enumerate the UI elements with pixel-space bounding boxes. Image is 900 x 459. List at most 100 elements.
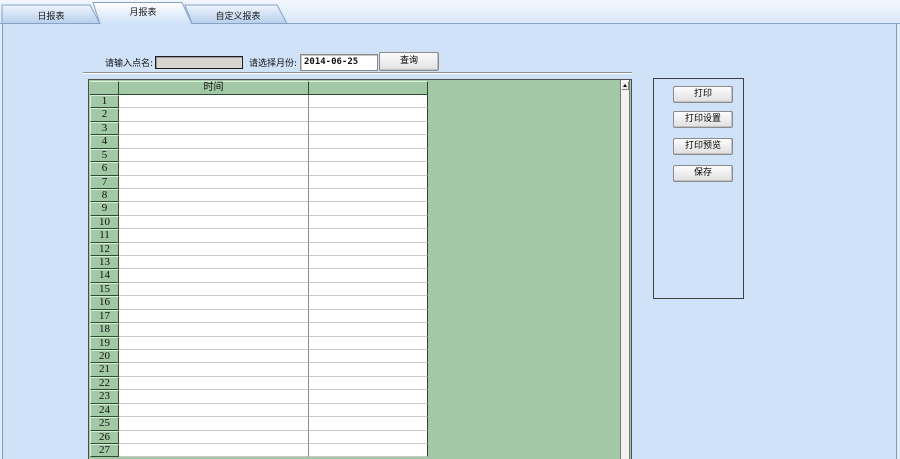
table-row[interactable]: 13 <box>90 256 428 269</box>
row-number-header[interactable]: 3 <box>90 122 119 135</box>
time-cell[interactable] <box>119 390 309 404</box>
row-number-header[interactable]: 21 <box>90 363 119 377</box>
row-number-header[interactable]: 25 <box>90 417 119 431</box>
time-cell[interactable] <box>119 337 309 350</box>
query-button[interactable]: 查询 <box>379 52 439 71</box>
table-row[interactable]: 6 <box>90 162 428 176</box>
table-row[interactable]: 7 <box>90 176 428 189</box>
value-cell[interactable] <box>309 95 428 108</box>
tab-daily-report[interactable]: 日报表 <box>0 0 102 24</box>
print-preview-button[interactable]: 打印预览 <box>673 138 733 155</box>
time-cell[interactable] <box>119 363 309 377</box>
row-number-header[interactable]: 14 <box>90 269 119 283</box>
time-cell[interactable] <box>119 122 309 135</box>
value-cell[interactable] <box>309 417 428 431</box>
row-number-header[interactable]: 19 <box>90 337 119 350</box>
row-number-header[interactable]: 26 <box>90 431 119 444</box>
value-cell[interactable] <box>309 202 428 216</box>
table-row[interactable]: 4 <box>90 135 428 149</box>
value-cell[interactable] <box>309 337 428 350</box>
time-cell[interactable] <box>119 202 309 216</box>
value-cell[interactable] <box>309 377 428 390</box>
time-cell[interactable] <box>119 404 309 417</box>
value-cell[interactable] <box>309 310 428 323</box>
time-cell[interactable] <box>119 296 309 310</box>
value-cell[interactable] <box>309 431 428 444</box>
value-cell[interactable] <box>309 229 428 243</box>
row-number-header[interactable]: 17 <box>90 310 119 323</box>
value-cell[interactable] <box>309 243 428 256</box>
row-number-header[interactable]: 22 <box>90 377 119 390</box>
print-setup-button[interactable]: 打印设置 <box>673 111 733 128</box>
scroll-up-button[interactable] <box>621 81 629 90</box>
row-number-header[interactable]: 11 <box>90 229 119 243</box>
vertical-scrollbar[interactable] <box>620 80 630 459</box>
value-cell[interactable] <box>309 122 428 135</box>
table-row[interactable]: 25 <box>90 417 428 431</box>
time-cell[interactable] <box>119 323 309 337</box>
value-cell[interactable] <box>309 189 428 202</box>
time-cell[interactable] <box>119 229 309 243</box>
row-number-header[interactable]: 15 <box>90 283 119 296</box>
row-number-header[interactable]: 8 <box>90 189 119 202</box>
print-button[interactable]: 打印 <box>673 86 733 103</box>
row-number-header[interactable]: 2 <box>90 108 119 122</box>
row-number-header[interactable]: 18 <box>90 323 119 337</box>
table-row[interactable]: 8 <box>90 189 428 202</box>
row-number-header[interactable]: 7 <box>90 176 119 189</box>
time-cell[interactable] <box>119 377 309 390</box>
value-cell[interactable] <box>309 404 428 417</box>
table-row[interactable]: 11 <box>90 229 428 243</box>
table-row[interactable]: 23 <box>90 390 428 404</box>
value-cell[interactable] <box>309 162 428 176</box>
table-row[interactable]: 17 <box>90 310 428 323</box>
value-cell[interactable] <box>309 135 428 149</box>
time-cell[interactable] <box>119 189 309 202</box>
row-number-header[interactable]: 5 <box>90 149 119 162</box>
column-header-time[interactable]: 时间 <box>119 81 309 95</box>
table-row[interactable]: 5 <box>90 149 428 162</box>
value-cell[interactable] <box>309 296 428 310</box>
table-row[interactable]: 21 <box>90 363 428 377</box>
tab-monthly-report[interactable]: 月报表 <box>91 0 195 24</box>
row-number-header[interactable]: 23 <box>90 390 119 404</box>
time-cell[interactable] <box>119 243 309 256</box>
time-cell[interactable] <box>119 310 309 323</box>
time-cell[interactable] <box>119 444 309 457</box>
table-row[interactable]: 24 <box>90 404 428 417</box>
value-cell[interactable] <box>309 444 428 457</box>
row-number-header[interactable]: 13 <box>90 256 119 269</box>
table-row[interactable]: 12 <box>90 243 428 256</box>
table-row[interactable]: 3 <box>90 122 428 135</box>
time-cell[interactable] <box>119 149 309 162</box>
table-row[interactable]: 27 <box>90 444 428 457</box>
row-number-header[interactable]: 4 <box>90 135 119 149</box>
value-cell[interactable] <box>309 363 428 377</box>
month-input[interactable]: 2014-06-25 <box>300 54 378 71</box>
row-number-header[interactable]: 16 <box>90 296 119 310</box>
point-name-input[interactable] <box>155 56 243 69</box>
table-row[interactable]: 18 <box>90 323 428 337</box>
row-number-header[interactable]: 10 <box>90 216 119 229</box>
tab-custom-report[interactable]: 自定义报表 <box>183 0 293 24</box>
value-cell[interactable] <box>309 149 428 162</box>
time-cell[interactable] <box>119 95 309 108</box>
row-number-header[interactable]: 27 <box>90 444 119 457</box>
value-cell[interactable] <box>309 323 428 337</box>
table-row[interactable]: 16 <box>90 296 428 310</box>
row-number-header[interactable]: 12 <box>90 243 119 256</box>
time-cell[interactable] <box>119 176 309 189</box>
value-cell[interactable] <box>309 283 428 296</box>
table-row[interactable]: 19 <box>90 337 428 350</box>
time-cell[interactable] <box>119 283 309 296</box>
time-cell[interactable] <box>119 431 309 444</box>
time-cell[interactable] <box>119 162 309 176</box>
time-cell[interactable] <box>119 256 309 269</box>
row-number-header[interactable]: 20 <box>90 350 119 363</box>
time-cell[interactable] <box>119 108 309 122</box>
grid-corner-header[interactable] <box>90 81 119 95</box>
table-row[interactable]: 14 <box>90 269 428 283</box>
time-cell[interactable] <box>119 135 309 149</box>
table-row[interactable]: 1 <box>90 95 428 108</box>
row-number-header[interactable]: 9 <box>90 202 119 216</box>
